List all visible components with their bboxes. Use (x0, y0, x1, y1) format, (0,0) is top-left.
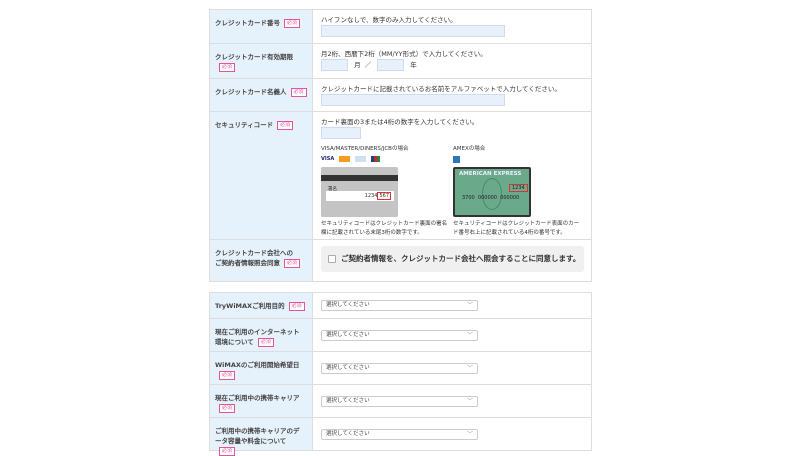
purpose-select[interactable]: 選択してください ﹀ (321, 300, 478, 311)
required-badge: 必須 (219, 370, 236, 380)
chevron-down-icon: ﹀ (466, 431, 473, 438)
expiry-month-input[interactable] (321, 59, 348, 71)
survey-row: 現在ご利用のインターネット環境について 必須 選択してください ﹀ (210, 319, 591, 352)
required-badge: 必須 (219, 403, 236, 413)
expiry-row: クレジットカード有効期限必須 月2桁、西暦下2桁（MM/YY形式）で入力してくだ… (210, 44, 591, 79)
survey-row: 現在ご利用中の携帯キャリア 必須 選択してください ﹀ (210, 385, 591, 418)
holder-label: クレジットカード名義人 (215, 88, 287, 96)
amex-section: AMEXの場合 AMERICAN EXPRESS 1234 3700 00000… (453, 144, 583, 238)
card-number-input[interactable] (321, 25, 505, 37)
payment-form: クレジットカード番号 必須 ハイフンなしで、数字のみ入力してください。 クレジット… (209, 9, 592, 282)
amex-card-image: AMERICAN EXPRESS 1234 3700 000000 000000 (453, 167, 531, 217)
mastercard-logo-icon (339, 156, 351, 162)
consent-checkbox-area[interactable]: ご契約者情報を、クレジットカード会社へ照会することに同意します。 (321, 246, 584, 272)
required-badge: 必須 (284, 258, 301, 268)
security-code-highlight: 567 (377, 192, 391, 200)
required-badge: 必須 (284, 18, 301, 28)
amex-caption: セキュリティコードはクレジットカード表面のカード番号右上に記載されている4桁の番… (453, 221, 580, 236)
card-number-label: クレジットカード番号 (215, 19, 280, 27)
expiry-hint: 月2桁、西暦下2桁（MM/YY形式）で入力してください。 (321, 50, 487, 58)
internet-env-select[interactable]: 選択してください ﹀ (321, 330, 478, 341)
card-number-hint: ハイフンなしで、数字のみ入力してください。 (321, 16, 457, 24)
chevron-down-icon: ﹀ (466, 302, 473, 309)
holder-hint: クレジットカードに記載されているお名前をアルファベットで入力してください。 (321, 85, 561, 93)
chevron-down-icon: ﹀ (466, 332, 473, 339)
carrier-select[interactable]: 選択してください ﹀ (321, 396, 478, 407)
survey-label: TryWiMAXご利用目的 (215, 302, 285, 310)
data-plan-select[interactable]: 選択してください ﹀ (321, 429, 478, 440)
expiry-label: クレジットカード有効期限 (215, 53, 293, 61)
security-row: セキュリティコード 必須 カード裏面の3または4桁の数字を入力してください。 VI… (210, 112, 591, 240)
holder-row: クレジットカード名義人 必須 クレジットカードに記載されているお名前をアルファベッ… (210, 79, 591, 112)
diners-logo-icon (355, 156, 367, 162)
survey-row: WiMAXのご利用開始希望日 必須 選択してください ﹀ (210, 352, 591, 385)
required-badge: 必須 (288, 301, 305, 311)
year-unit: 年 (410, 61, 417, 69)
consent-row: クレジットカード会社への ご契約者情報照会同意 必須 ご契約者情報を、クレジットカー… (210, 240, 591, 281)
amex-logo-icon (453, 155, 460, 163)
expiry-year-input[interactable] (377, 59, 405, 71)
required-badge: 必須 (257, 337, 274, 347)
card-back-image: 署名 1234 567 (321, 167, 398, 217)
chevron-down-icon: ﹀ (466, 365, 473, 372)
required-badge: 必須 (219, 446, 236, 456)
survey-row: ご利用中の携帯キャリアのデータ容量や料金について必須 選択してください ﹀ (210, 418, 591, 456)
start-date-select[interactable]: 選択してください ﹀ (321, 363, 478, 374)
required-badge: 必須 (219, 62, 236, 72)
security-hint: カード裏面の3または4桁の数字を入力してください。 (321, 118, 479, 126)
amex-code-highlight: 1234 (509, 184, 528, 192)
consent-checkbox[interactable] (328, 255, 336, 263)
separator: ／ (364, 61, 372, 69)
survey-row: TryWiMAXご利用目的 必須 選択してください ﹀ (210, 293, 591, 319)
visa-title: VISA/MASTER/DINERS/JCBの場合 (321, 146, 409, 152)
visa-logo-icon: VISA (321, 156, 335, 162)
security-label: セキュリティコード (215, 121, 274, 129)
visa-section: VISA/MASTER/DINERS/JCBの場合 VISA 署名 1234 56… (321, 144, 451, 238)
card-number-row: クレジットカード番号 必須 ハイフンなしで、数字のみ入力してください。 (210, 10, 591, 44)
jcb-logo-icon (371, 156, 381, 162)
required-badge: 必須 (277, 120, 294, 130)
security-code-input[interactable] (321, 127, 361, 139)
survey-form: TryWiMAXご利用目的 必須 選択してください ﹀ 現在ご利用のインターネット環… (209, 292, 592, 456)
survey-label: ご利用中の携帯キャリアのデータ容量や料金について (215, 427, 300, 445)
required-badge: 必須 (290, 87, 307, 97)
survey-label: WiMAXのご利用開始希望日 (215, 361, 300, 369)
month-unit: 月 (354, 61, 361, 69)
chevron-down-icon: ﹀ (466, 398, 473, 405)
consent-label-2: ご契約者情報照会同意 (215, 259, 280, 267)
holder-input[interactable] (321, 94, 505, 106)
visa-caption: セキュリティコードはクレジットカード裏面の署名欄に記載されている末尾3桁の数字で… (321, 221, 448, 236)
consent-label-1: クレジットカード会社への (215, 249, 293, 257)
amex-title: AMEXの場合 (453, 146, 486, 152)
survey-label: 現在ご利用中の携帯キャリア (215, 394, 300, 402)
consent-text: ご契約者情報を、クレジットカード会社へ照会することに同意します。 (341, 254, 581, 263)
